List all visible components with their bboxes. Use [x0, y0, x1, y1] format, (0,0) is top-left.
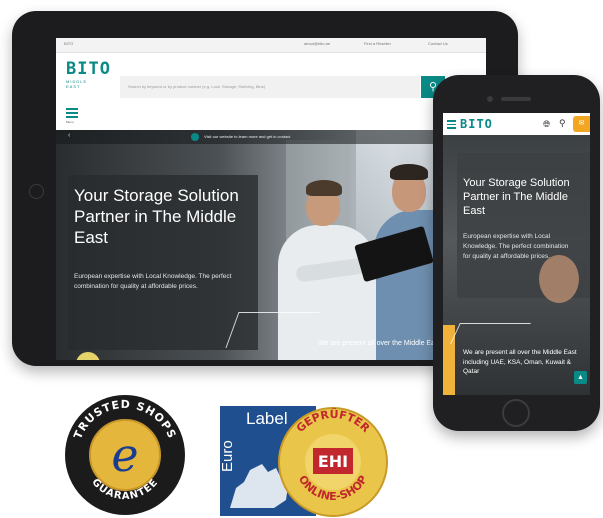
badge-partial	[76, 352, 100, 360]
search-icon[interactable]: ⚲	[559, 118, 566, 129]
menu-button[interactable]: Menu	[66, 108, 82, 124]
hero-present-text: We are present all over the Middle East …	[463, 349, 577, 375]
person-photo	[539, 255, 579, 303]
chevron-left-icon[interactable]: ‹	[68, 132, 70, 139]
hero-title: Your Storage Solution Partner in The Mid…	[74, 186, 239, 247]
hamburger-icon[interactable]	[447, 120, 456, 131]
logo-subtitle: MIDDLE EAST	[66, 79, 88, 89]
info-bar: ‹ Visit our website to learn more and ge…	[56, 130, 486, 144]
topbar-contact-link[interactable]: Contact Us	[428, 41, 448, 46]
info-bar-text: Visit our website to learn more and get …	[204, 134, 291, 139]
decorative-line	[225, 312, 320, 348]
search-input[interactable]: Search by keyword or by product number (…	[120, 76, 420, 98]
camera-icon	[487, 96, 493, 102]
bito-logo[interactable]: BITO MIDDLE EAST	[66, 59, 111, 96]
info-icon	[191, 133, 199, 141]
hero-banner: Your Storage Solution Partner in The Mid…	[443, 135, 590, 395]
chat-icon[interactable]: ▲	[574, 371, 587, 384]
trusted-shops-badge[interactable]: TRUSTED SHOPS GUARANTEE e	[64, 394, 186, 516]
trusted-shops-e-icon: e	[111, 428, 138, 482]
ehi-center-text: EHI	[318, 452, 348, 471]
phone-home-button	[502, 399, 530, 427]
euro-label-text: Label	[246, 409, 288, 428]
cart-button[interactable]: ✉	[573, 116, 590, 132]
topbar-text: BITO	[64, 41, 74, 46]
euro-text: Euro	[219, 440, 236, 472]
hero-description: European expertise with Local Knowledge.…	[74, 273, 232, 290]
tablet-screen: BITO about@bito.ae Find a Reseller Conta…	[56, 38, 486, 360]
topbar-reseller-link[interactable]: Find a Reseller	[364, 41, 391, 46]
hero-present-text: We are present all over the Middle East	[318, 340, 441, 347]
phone-screen: BITO 🌐︎ ⚲ ✉ Your Storage Solution Partne…	[443, 113, 590, 395]
search-placeholder: Search by keyword or by product number (…	[128, 84, 265, 89]
hero-description: European expertise with Local Knowledge.…	[463, 233, 569, 260]
person-photo	[390, 164, 428, 180]
phone-device: BITO 🌐︎ ⚲ ✉ Your Storage Solution Partne…	[433, 75, 600, 431]
hero-banner: ‹ Visit our website to learn more and ge…	[56, 130, 486, 360]
decorative-line	[450, 323, 531, 344]
speaker-icon	[501, 97, 531, 101]
logo-word: BITO	[66, 59, 111, 79]
ehi-euro-label-badge[interactable]: Label Euro GEPRÜFTER ONLINE-SHOP EHI	[216, 400, 390, 518]
tablet-top-bar: BITO about@bito.ae Find a Reseller Conta…	[56, 38, 486, 53]
phone-header: BITO 🌐︎ ⚲ ✉	[443, 113, 590, 136]
hamburger-icon	[66, 108, 78, 110]
menu-label: Menu	[66, 120, 74, 124]
hero-title: Your Storage Solution Partner in The Mid…	[463, 177, 570, 217]
bito-logo[interactable]: BITO	[460, 117, 493, 131]
globe-icon[interactable]: 🌐︎	[543, 119, 550, 130]
topbar-email-link[interactable]: about@bito.ae	[304, 41, 330, 46]
tablet-home-button	[29, 184, 44, 199]
person-photo	[306, 180, 342, 196]
